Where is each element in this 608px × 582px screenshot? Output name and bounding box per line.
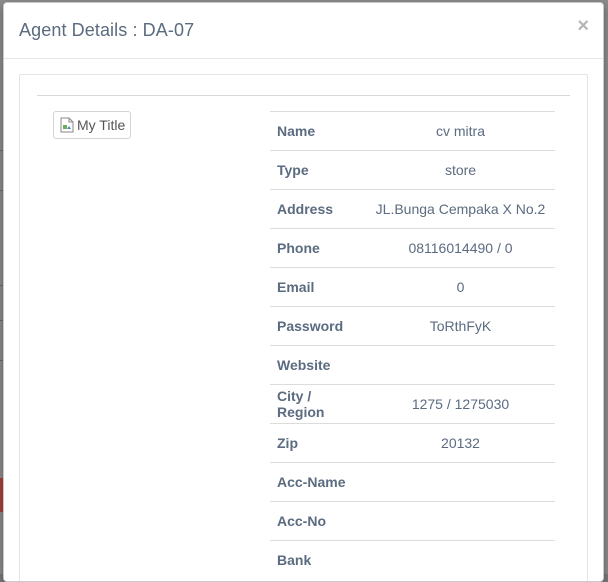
detail-label: Acc-Name bbox=[270, 462, 366, 502]
detail-row: Email 0 bbox=[270, 267, 555, 307]
detail-value bbox=[366, 501, 555, 541]
detail-row: Address JL.Bunga Cempaka X No.2 bbox=[270, 189, 555, 229]
detail-label: Zip bbox=[270, 423, 366, 463]
detail-label: Website bbox=[270, 345, 366, 385]
detail-row: Acc-Name bbox=[270, 462, 555, 502]
detail-row: Type store bbox=[270, 150, 555, 190]
modal-header: Agent Details : DA-07 × bbox=[4, 3, 603, 59]
broken-image-icon bbox=[59, 117, 75, 133]
detail-value: 20132 bbox=[366, 423, 555, 463]
detail-label: Name bbox=[270, 111, 366, 151]
agent-details-modal: Agent Details : DA-07 × My Title Name cv … bbox=[3, 2, 604, 582]
detail-row: Phone 08116014490 / 0 bbox=[270, 228, 555, 268]
detail-value: cv mitra bbox=[366, 111, 555, 151]
detail-label: Type bbox=[270, 150, 366, 190]
detail-label: City / Region bbox=[270, 384, 366, 424]
detail-row: Password ToRthFyK bbox=[270, 306, 555, 346]
detail-label: Password bbox=[270, 306, 366, 346]
modal-title: Agent Details : DA-07 bbox=[19, 20, 195, 40]
detail-row: Website bbox=[270, 345, 555, 385]
divider bbox=[37, 95, 570, 96]
detail-label: Address bbox=[270, 189, 366, 229]
detail-row: Name cv mitra bbox=[270, 111, 555, 151]
detail-label: Email bbox=[270, 267, 366, 307]
detail-row: City / Region 1275 / 1275030 bbox=[270, 384, 555, 424]
detail-value: ToRthFyK bbox=[366, 306, 555, 346]
detail-row: Acc-No bbox=[270, 501, 555, 541]
detail-row: Zip 20132 bbox=[270, 423, 555, 463]
agent-details-table: Name cv mitra Type store Address JL.Bunga Cem… bbox=[270, 111, 555, 580]
image-alt-text: My Title bbox=[77, 117, 126, 133]
close-button[interactable]: × bbox=[577, 16, 589, 36]
agent-image-thumbnail: My Title bbox=[53, 111, 132, 139]
detail-value: JL.Bunga Cempaka X No.2 bbox=[366, 189, 555, 229]
detail-value: 08116014490 / 0 bbox=[366, 228, 555, 268]
detail-value bbox=[366, 345, 555, 385]
detail-value: 0 bbox=[366, 267, 555, 307]
detail-label: Acc-No bbox=[270, 501, 366, 541]
detail-value: 1275 / 1275030 bbox=[366, 384, 555, 424]
detail-label: Phone bbox=[270, 228, 366, 268]
detail-value bbox=[366, 462, 555, 502]
detail-value: store bbox=[366, 150, 555, 190]
modal-body: My Title Name cv mitra Type store Address JL.… bbox=[19, 74, 588, 581]
